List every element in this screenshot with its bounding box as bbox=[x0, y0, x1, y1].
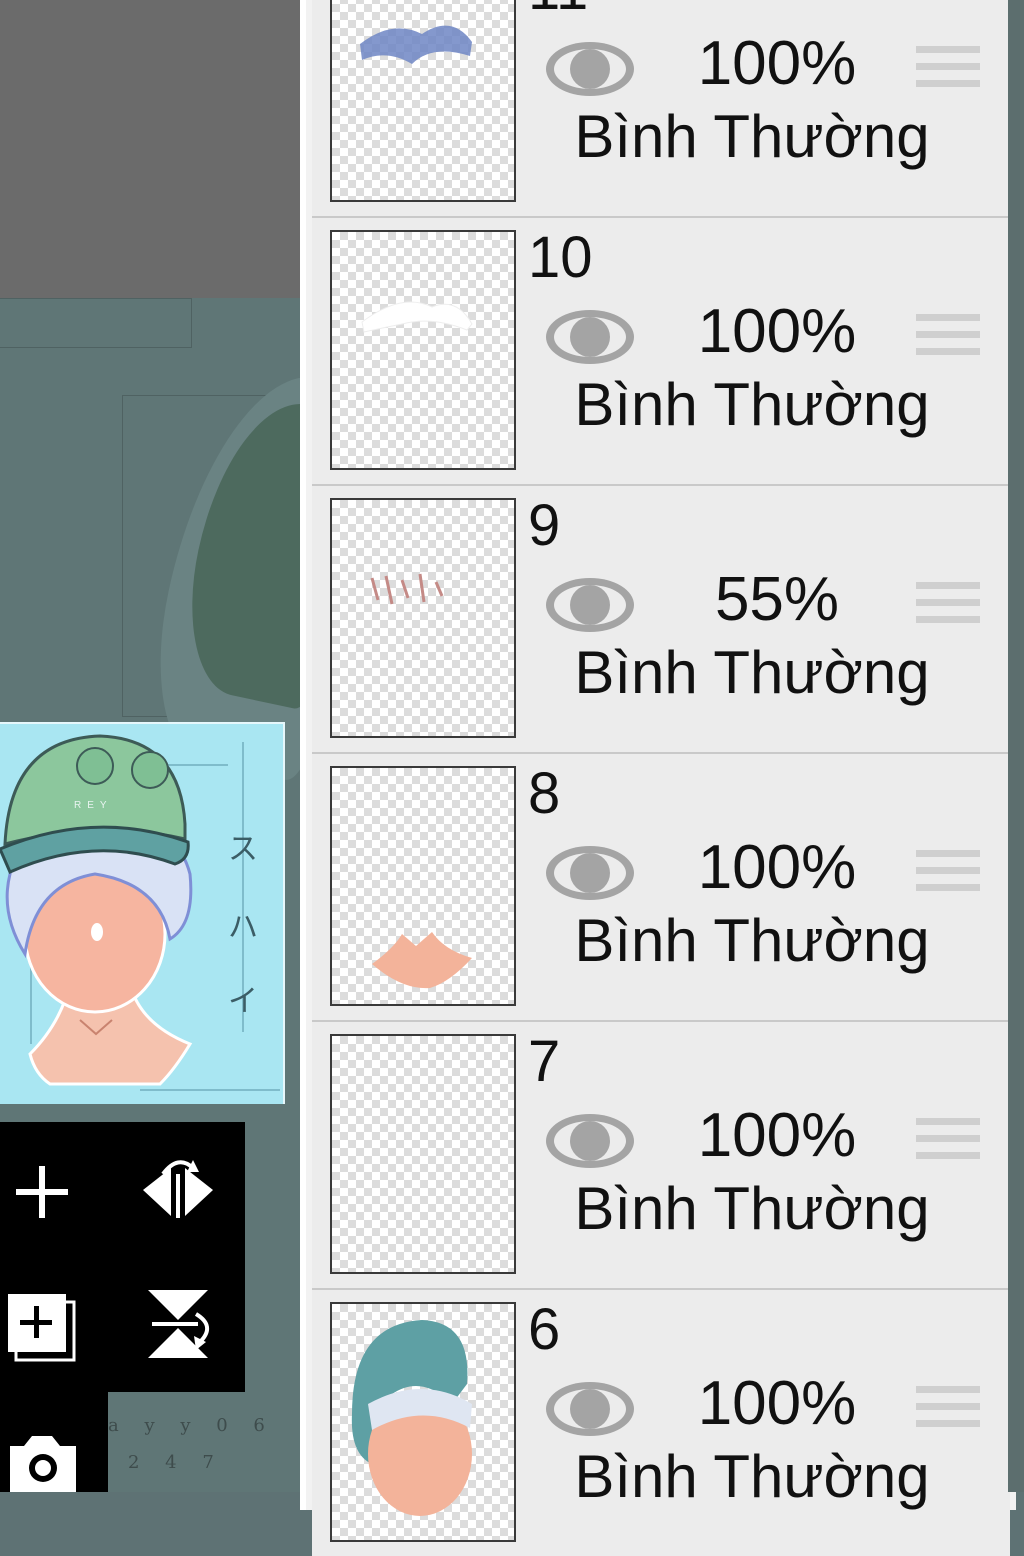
visibility-eye-icon[interactable] bbox=[544, 576, 636, 634]
layer-opacity[interactable]: 100% bbox=[672, 28, 882, 99]
drag-handle-icon[interactable] bbox=[916, 850, 980, 906]
visibility-eye-icon[interactable] bbox=[544, 40, 636, 98]
layer-number: 11 bbox=[528, 0, 588, 23]
reference-image[interactable]: REY ス ハ イ bbox=[0, 722, 285, 1104]
visibility-eye-icon[interactable] bbox=[544, 1112, 636, 1170]
drag-handle-icon[interactable] bbox=[916, 1118, 980, 1174]
drag-handle-icon[interactable] bbox=[916, 582, 980, 638]
reference-kana-3: イ bbox=[228, 984, 258, 1019]
layers-panel[interactable]: 11 100% Bình Thường 10 100% Bình Thường … bbox=[300, 0, 1016, 1556]
visibility-eye-icon[interactable] bbox=[544, 844, 636, 902]
canvas-caption-line1: a y y 0 6 bbox=[108, 1415, 275, 1436]
layer-blend-mode[interactable]: Bình Thường bbox=[542, 1442, 962, 1511]
layer-thumbnail[interactable] bbox=[330, 230, 516, 470]
layer-thumbnail[interactable] bbox=[330, 766, 516, 1006]
layer-row[interactable]: 6 100% Bình Thường bbox=[312, 1290, 1010, 1556]
layer-opacity[interactable]: 100% bbox=[672, 1368, 882, 1439]
layer-thumbnail[interactable] bbox=[330, 0, 516, 202]
layer-blend-mode[interactable]: Bình Thường bbox=[542, 370, 962, 439]
reference-kana-2: ハ bbox=[228, 910, 258, 945]
camera-icon[interactable] bbox=[4, 1432, 80, 1492]
visibility-eye-icon[interactable] bbox=[544, 1380, 636, 1438]
layer-blend-mode[interactable]: Bình Thường bbox=[542, 1174, 962, 1243]
layer-blend-mode[interactable]: Bình Thường bbox=[542, 638, 962, 707]
layer-toolbar bbox=[0, 1122, 245, 1392]
layer-thumbnail[interactable] bbox=[330, 1302, 516, 1542]
layer-row[interactable]: 9 55% Bình Thường bbox=[312, 486, 1010, 754]
visibility-eye-icon[interactable] bbox=[544, 308, 636, 366]
flip-vertical-icon[interactable] bbox=[138, 1284, 218, 1364]
add-layer-icon[interactable] bbox=[4, 1290, 78, 1364]
layer-row[interactable]: 8 100% Bình Thường bbox=[312, 754, 1010, 1022]
canvas-guide-line bbox=[0, 298, 192, 348]
layer-opacity[interactable]: 100% bbox=[672, 296, 882, 367]
layer-blend-mode[interactable]: Bình Thường bbox=[542, 102, 962, 171]
layer-number: 10 bbox=[528, 225, 593, 290]
layer-blend-mode[interactable]: Bình Thường bbox=[542, 906, 962, 975]
canvas-outside-area bbox=[0, 0, 300, 298]
canvas-caption-line2: 2 4 7 bbox=[128, 1452, 224, 1473]
drag-handle-icon[interactable] bbox=[916, 1386, 980, 1442]
layer-number: 7 bbox=[528, 1029, 561, 1094]
layer-opacity[interactable]: 55% bbox=[672, 564, 882, 635]
drag-handle-icon[interactable] bbox=[916, 314, 980, 370]
layer-number: 8 bbox=[528, 761, 561, 826]
layer-row[interactable]: 7 100% Bình Thường bbox=[312, 1022, 1010, 1290]
add-icon[interactable] bbox=[8, 1158, 76, 1226]
canvas-right-edge bbox=[1008, 0, 1024, 1492]
layer-thumbnail[interactable] bbox=[330, 1034, 516, 1274]
layer-opacity[interactable]: 100% bbox=[672, 1100, 882, 1171]
layer-number: 6 bbox=[528, 1297, 561, 1362]
flip-horizontal-icon[interactable] bbox=[138, 1152, 218, 1228]
layer-opacity[interactable]: 100% bbox=[672, 832, 882, 903]
layer-thumbnail[interactable] bbox=[330, 498, 516, 738]
layer-row[interactable]: 10 100% Bình Thường bbox=[312, 218, 1010, 486]
cap-text: REY bbox=[74, 800, 113, 811]
reference-kana-1: ス bbox=[228, 832, 258, 867]
layer-row[interactable]: 11 100% Bình Thường bbox=[312, 0, 1010, 218]
layer-toolbar-bottom bbox=[0, 1392, 108, 1492]
drag-handle-icon[interactable] bbox=[916, 46, 980, 102]
layer-number: 9 bbox=[528, 493, 561, 558]
